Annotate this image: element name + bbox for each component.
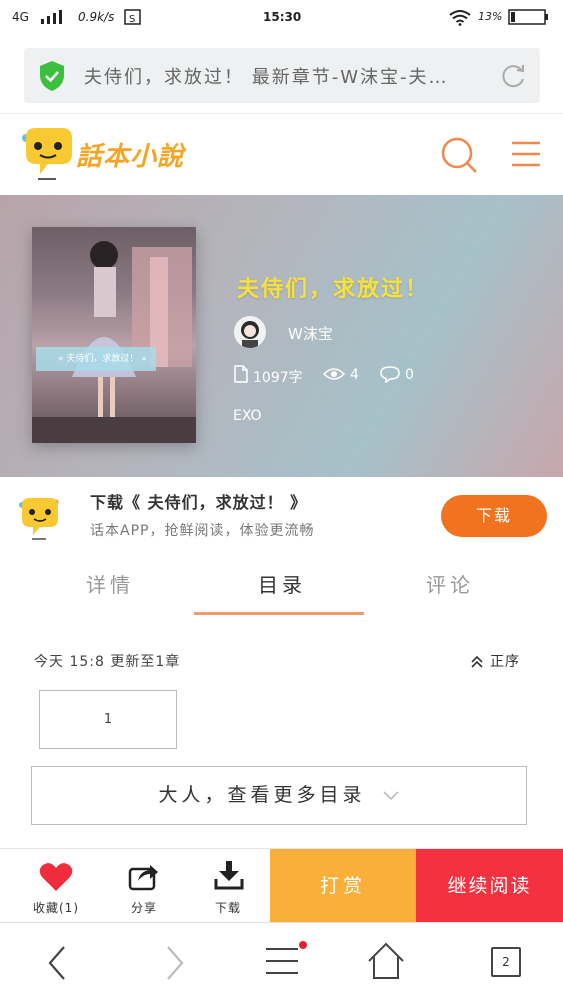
action-bar: 收藏(1) 分享 下载 打赏 继续阅读	[0, 848, 563, 923]
tip-button[interactable]: 打赏	[270, 849, 416, 923]
word-count: 1097字	[253, 370, 303, 386]
heart-icon	[39, 863, 73, 891]
chevron-down-icon	[382, 790, 399, 800]
download-app-button[interactable]: 下载	[441, 495, 547, 537]
download-icon	[214, 861, 244, 890]
home-icon[interactable]	[366, 941, 406, 981]
continue-reading-button[interactable]: 继续阅读	[416, 849, 563, 923]
tab-comments[interactable]: 评论	[426, 569, 474, 598]
share-label: 分享	[130, 901, 157, 915]
tab-details[interactable]: 详情	[86, 569, 134, 598]
network-type: 4G	[12, 10, 29, 24]
chapter-item[interactable]: 1	[39, 690, 177, 749]
tab-count-button[interactable]: 2	[491, 947, 521, 977]
sort-arrow-icon	[471, 655, 483, 668]
menu-icon[interactable]	[510, 140, 542, 168]
book-title: 夫侍们，求放过！	[237, 277, 430, 302]
collect-label: 收藏(1)	[33, 901, 79, 915]
refresh-icon[interactable]	[499, 62, 527, 90]
comment-count: 0	[405, 367, 414, 383]
sort-label: 正序	[490, 654, 520, 670]
eye-icon	[323, 368, 345, 380]
author-name[interactable]: W沫宝	[288, 323, 333, 344]
screenshot-icon: S	[124, 9, 141, 25]
svg-text:S: S	[129, 14, 135, 25]
collect-button[interactable]: 收藏(1)	[10, 849, 102, 923]
more-catalog-button[interactable]: 大人，查看更多目录	[31, 766, 527, 825]
update-status: 今天 15:8 更新至1章	[34, 654, 181, 670]
search-icon[interactable]	[440, 136, 478, 174]
secure-shield-icon	[40, 61, 64, 91]
wifi-icon	[449, 10, 471, 26]
signal-icon	[41, 10, 62, 24]
tab-bar: 详情 目录 评论	[0, 555, 563, 617]
avatar-illustration	[241, 321, 259, 348]
active-tab-indicator	[194, 612, 364, 615]
battery-percent: 13%	[478, 10, 503, 23]
download-label: 下载	[214, 901, 241, 915]
network-speed: 0.9k/s	[78, 10, 115, 24]
sort-toggle[interactable]: 正序	[470, 651, 520, 671]
url-text[interactable]: 夫侍们，求放过！ 最新章节-W沫宝-夫…	[84, 63, 504, 89]
app-logo-icon	[19, 498, 59, 540]
status-bar: 4G 0.9k/s S 15:30 13%	[0, 0, 563, 36]
share-icon	[128, 865, 158, 891]
site-header: 話本小說	[0, 113, 563, 195]
document-icon	[234, 365, 248, 383]
menu-lines-icon[interactable]	[262, 941, 308, 981]
clock: 15:30	[263, 10, 302, 24]
tab-catalog[interactable]: 目录	[258, 569, 306, 598]
more-catalog-label: 大人，查看更多目录	[158, 784, 366, 806]
forward-icon[interactable]	[164, 945, 186, 981]
comment-icon	[380, 366, 400, 383]
cover-caption: « 夫侍们，求放过！ »	[58, 354, 147, 364]
logo-icon[interactable]	[18, 124, 76, 182]
browser-nav-bar: 2	[0, 922, 563, 1000]
download-button[interactable]: 下载	[186, 849, 270, 923]
logo-text[interactable]: 話本小說	[76, 136, 184, 173]
back-icon[interactable]	[46, 945, 68, 981]
book-tag[interactable]: EXO	[233, 408, 262, 424]
app-download-banner: 下载《 夫侍们，求放过！ 》 话本APP，抢鲜阅读，体验更流畅 下载	[0, 477, 563, 555]
author-avatar[interactable]	[234, 316, 266, 348]
view-count: 4	[350, 367, 359, 383]
book-hero: « 夫侍们，求放过！ » 夫侍们，求放过！ W沫宝 1097字 4 0 EXO	[0, 195, 563, 477]
battery-icon	[508, 9, 548, 25]
cover-illustration	[32, 241, 196, 443]
banner-subtitle: 话本APP，抢鲜阅读，体验更流畅	[90, 523, 315, 539]
banner-title: 下载《 夫侍们，求放过！ 》	[90, 493, 308, 512]
book-cover[interactable]: « 夫侍们，求放过！ »	[32, 227, 196, 443]
share-button[interactable]: 分享	[102, 849, 186, 923]
address-bar[interactable]: 夫侍们，求放过！ 最新章节-W沫宝-夫…	[24, 48, 540, 103]
